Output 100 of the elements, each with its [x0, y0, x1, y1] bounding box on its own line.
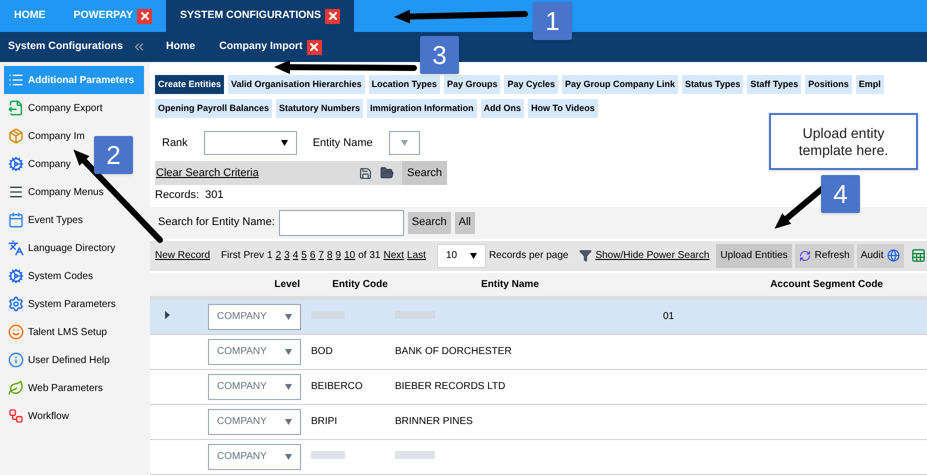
table-row[interactable]: COMPANY 01	[150, 300, 927, 334]
page-link[interactable]: 4	[292, 248, 298, 263]
section-tab[interactable]: Add Ons	[480, 99, 524, 118]
section-tab[interactable]: Status Types	[682, 75, 744, 94]
gear-icon	[8, 268, 24, 284]
globe-icon	[887, 249, 900, 262]
section-tab[interactable]: Empl	[856, 75, 884, 94]
prev-link[interactable]: Prev	[243, 248, 264, 263]
breadcrumb-tab[interactable]: Home	[166, 39, 196, 55]
per-page-dropdown[interactable]: 10	[436, 244, 486, 268]
caret-icon	[285, 454, 292, 460]
sidebar-item[interactable]: Company Menus	[4, 178, 108, 206]
rank-dropdown[interactable]	[204, 131, 297, 155]
sidebar-item[interactable]: System Codes	[4, 262, 98, 290]
section-tab[interactable]: Immigration Information	[367, 99, 477, 118]
leaf-icon	[8, 380, 24, 396]
level-dropdown[interactable]: COMPANY	[208, 304, 301, 330]
redacted-text	[311, 451, 345, 459]
top-tab[interactable]: SYSTEM CONFIGURATIONS	[166, 0, 354, 32]
section-tab[interactable]: Positions	[805, 75, 852, 94]
calendar-icon	[8, 212, 24, 228]
entity-name-cell: BRINNER PINES	[395, 416, 473, 427]
table-row[interactable]: COMPANY BEIBERCO BIEBER RECORDS LTD	[150, 370, 927, 404]
section-tab[interactable]: Opening Payroll Balances	[155, 99, 272, 118]
menu-icon	[8, 184, 24, 200]
caret-icon	[285, 348, 292, 354]
power-search-link[interactable]: Show/Hide Power Search	[595, 248, 710, 263]
sidebar-item[interactable]: Language Directory	[4, 234, 120, 262]
section-tab[interactable]: Staff Types	[747, 75, 802, 94]
level-dropdown[interactable]: COMPANY	[208, 374, 301, 400]
save-icon[interactable]	[359, 166, 372, 180]
section-tab[interactable]: Create Entities	[155, 75, 224, 94]
last-link[interactable]: Last	[407, 248, 426, 263]
records-count: Records: 301	[155, 188, 224, 203]
sidebar-item[interactable]: Web Parameters	[4, 374, 107, 402]
audit-button[interactable]: Audit	[856, 244, 904, 268]
sidebar-item[interactable]: Company	[4, 150, 75, 178]
table-row[interactable]: COMPANY BRIPI BRINNER PINES	[150, 404, 927, 440]
first-link[interactable]: First	[221, 248, 240, 263]
close-icon[interactable]	[306, 40, 322, 54]
sidebar-item[interactable]: Talent LMS Setup	[4, 318, 111, 346]
number-badge: 4	[821, 175, 860, 213]
rank-label: Rank	[162, 136, 188, 151]
section-tab[interactable]: Valid Organisation Hierarchies	[228, 75, 365, 94]
page-link[interactable]: 9	[336, 248, 342, 263]
entity-name-label: Entity Name	[312, 136, 373, 151]
section-tab[interactable]: Pay Groups	[444, 75, 500, 94]
caret-icon	[285, 384, 292, 390]
page-link[interactable]: 3	[284, 248, 290, 263]
breadcrumb-tab[interactable]: Company Import	[219, 39, 322, 55]
entity-code-cell: BRIPI	[311, 416, 338, 427]
section-tab[interactable]: How To Videos	[528, 99, 598, 118]
package-icon	[8, 128, 24, 144]
table-row[interactable]: COMPANY BOD BANK OF DORCHESTER	[150, 334, 927, 370]
section-tab[interactable]: Pay Group Company Link	[562, 75, 678, 94]
section-tab[interactable]: Location Types	[368, 75, 440, 94]
close-icon[interactable]	[325, 8, 340, 24]
page-link[interactable]: 8	[326, 248, 333, 263]
new-record-link[interactable]: New Record	[155, 248, 210, 263]
callout-note: Upload entity template here.	[769, 113, 918, 170]
level-dropdown[interactable]: COMPANY	[208, 338, 301, 364]
row-pointer-icon	[165, 311, 170, 319]
search-button[interactable]: Search	[402, 161, 447, 185]
caret-icon	[285, 314, 292, 320]
sidebar-item[interactable]: Event Types	[4, 206, 87, 234]
segment-cell-text: 01	[662, 310, 676, 324]
page-link[interactable]: 2	[276, 248, 282, 263]
entity-name-dropdown[interactable]	[388, 131, 420, 155]
page-link[interactable]: 7	[318, 248, 324, 263]
upload-entities-button[interactable]: Upload Entities	[716, 244, 792, 268]
page-link[interactable]: 6	[310, 248, 316, 263]
entity-code-cell: BOD	[311, 346, 333, 357]
refresh-icon	[798, 250, 811, 262]
page-link[interactable]: 10	[344, 248, 356, 263]
page-link[interactable]: 5	[301, 248, 307, 263]
page-link[interactable]: 1	[267, 248, 273, 263]
sidebar-item[interactable]: Company Export	[4, 94, 106, 122]
sidebar-item[interactable]: User Defined Help	[4, 346, 114, 374]
search-button[interactable]: All	[454, 212, 475, 234]
sidebar-item[interactable]: Workflow	[4, 402, 73, 430]
sidebar-item[interactable]: System Parameters	[4, 290, 120, 318]
info-icon	[8, 352, 24, 368]
table-row[interactable]: COMPANY	[150, 440, 927, 474]
level-dropdown[interactable]: COMPANY	[208, 408, 301, 434]
refresh-button[interactable]: Refresh	[794, 244, 854, 268]
entity-search-field[interactable]	[278, 210, 404, 236]
search-button[interactable]: Search	[408, 212, 451, 234]
spreadsheet-icon[interactable]	[911, 248, 926, 263]
section-tab[interactable]: Statutory Numbers	[276, 99, 364, 118]
caret-icon	[470, 252, 477, 258]
section-tab[interactable]: Pay Cycles	[504, 75, 558, 94]
caret-icon	[280, 140, 288, 146]
folder-icon[interactable]	[380, 166, 394, 180]
next-link[interactable]: Next	[383, 248, 404, 263]
clear-search-link[interactable]: Clear Search Criteria	[156, 164, 259, 182]
per-page-label: Records per page	[488, 249, 568, 263]
sidebar-item[interactable]: Company Im	[4, 122, 89, 150]
number-badge: 2	[94, 136, 133, 174]
level-dropdown[interactable]: COMPANY	[208, 444, 301, 470]
workflow-icon	[8, 408, 24, 424]
